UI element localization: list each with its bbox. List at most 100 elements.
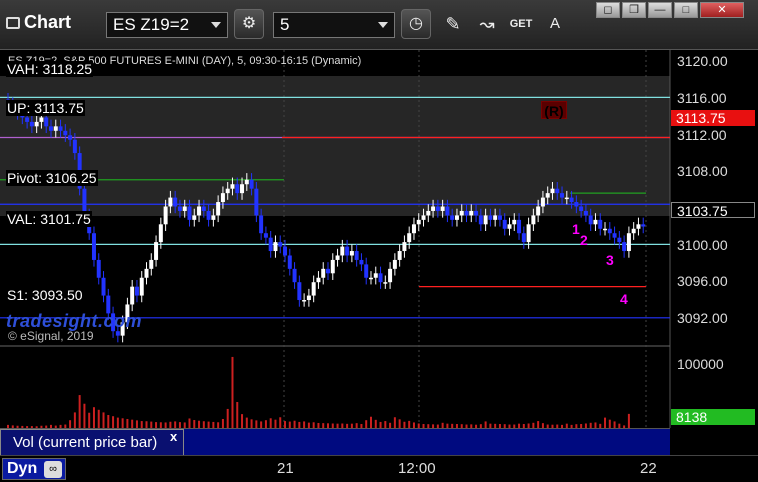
- candle-body: [68, 135, 73, 140]
- candle-body: [340, 246, 345, 256]
- study-label: Vol (current price bar): [13, 434, 158, 451]
- candle-body: [335, 255, 340, 260]
- candle-body: [168, 197, 173, 207]
- candle-body: [349, 251, 354, 256]
- volume-bar: [369, 416, 372, 428]
- candle-body: [173, 197, 178, 207]
- annotation-4: 4: [620, 291, 628, 307]
- candle-body: [216, 202, 221, 216]
- get-button[interactable]: GET: [506, 9, 536, 39]
- candle-body: [163, 206, 168, 225]
- minimize-button[interactable]: —: [648, 2, 672, 18]
- candle-body: [311, 282, 316, 296]
- clock-button[interactable]: ◷: [401, 9, 431, 39]
- volume-bar: [193, 420, 196, 428]
- symbol-input[interactable]: ES Z19=2: [106, 12, 228, 38]
- candle-body: [206, 210, 211, 220]
- volume-bar: [255, 420, 258, 428]
- volume-study-tab[interactable]: Vol (current price bar): [0, 429, 184, 456]
- interval-dropdown-icon[interactable]: [378, 22, 388, 28]
- draw-button[interactable]: ✎: [438, 9, 468, 39]
- pivot-label: Pivot: 3106.25: [6, 170, 98, 186]
- candle-body: [96, 259, 101, 278]
- volume-bar: [198, 420, 201, 428]
- volume-bar: [188, 418, 191, 428]
- alert-button[interactable]: A: [540, 9, 570, 39]
- candle-body: [569, 197, 574, 203]
- candle-body: [278, 242, 283, 247]
- y-tick: 3100.00: [677, 237, 728, 253]
- candle-body: [564, 197, 569, 200]
- window-link-button[interactable]: ❒: [622, 2, 646, 18]
- candle-body: [39, 117, 44, 122]
- volume-bar: [303, 421, 306, 428]
- volume-bar: [274, 419, 277, 428]
- volume-bar: [604, 417, 607, 428]
- candle-body: [53, 126, 58, 131]
- candle-body: [154, 242, 159, 260]
- y-tick: 3092.00: [677, 310, 728, 326]
- y-tick: 3112.00: [677, 127, 727, 143]
- minimize-icon: —: [654, 4, 666, 16]
- candle-body: [478, 215, 483, 225]
- volume-bar: [231, 356, 234, 428]
- candle-body: [421, 215, 426, 220]
- maximize-button[interactable]: □: [674, 2, 698, 18]
- volume-bar: [279, 417, 282, 428]
- title-bar: Chart ES Z19=2 ⚙ 5 ◷ ✎ ↝ GET A ◻ ❒ — □ ✕: [0, 0, 758, 50]
- candle-body: [297, 282, 302, 301]
- candle-body: [593, 219, 598, 225]
- candle-body: [364, 264, 369, 278]
- volume-bar: [284, 421, 287, 428]
- candle-body: [192, 215, 197, 220]
- y-tick: 3108.00: [677, 163, 728, 179]
- volume-bar: [78, 395, 81, 428]
- candle-body: [292, 268, 297, 283]
- volume-bar: [112, 416, 115, 428]
- volume-bar: [260, 421, 263, 428]
- x-tick: 21: [277, 460, 294, 477]
- study-button[interactable]: ↝: [472, 9, 502, 39]
- dyn-label: Dyn: [7, 460, 38, 477]
- candle-body: [426, 210, 431, 216]
- candle-body: [368, 277, 373, 280]
- settings-button[interactable]: ⚙: [234, 9, 264, 39]
- candle-body: [488, 215, 493, 220]
- volume-bar: [293, 420, 296, 428]
- symbol-dropdown-icon[interactable]: [211, 22, 221, 28]
- volume-bar: [126, 418, 129, 428]
- clock-icon: ◷: [409, 15, 423, 32]
- study-close-button[interactable]: x: [170, 429, 177, 444]
- candle-body: [598, 219, 603, 229]
- link-chain-icon[interactable]: ∞: [44, 461, 62, 478]
- y-tick: 3116.00: [677, 90, 727, 106]
- candle-body: [249, 179, 254, 189]
- candle-body: [454, 215, 459, 220]
- y-tick: 3096.00: [677, 273, 728, 289]
- link-icon: ❒: [629, 4, 639, 16]
- volume-bar: [202, 421, 205, 428]
- candle-body: [197, 206, 202, 216]
- volume-pane-bg: [0, 346, 670, 428]
- candle-body: [130, 286, 135, 305]
- candle-body: [474, 210, 479, 216]
- y-tick: 3120.00: [677, 53, 728, 69]
- candle-body: [536, 206, 541, 216]
- close-button[interactable]: ✕: [700, 2, 744, 18]
- candle-body: [445, 206, 450, 216]
- volume-bar: [174, 421, 177, 428]
- window-menu-button[interactable]: ◻: [596, 2, 620, 18]
- interval-input[interactable]: 5: [273, 12, 395, 38]
- candle-body: [402, 242, 407, 252]
- volume-bar: [408, 420, 411, 428]
- candle-body: [273, 242, 278, 252]
- volume-bar: [131, 419, 134, 428]
- volume-bar: [121, 418, 124, 428]
- x-tick: 12:00: [398, 460, 436, 477]
- price-chart[interactable]: [0, 50, 758, 455]
- alert-icon: A: [549, 15, 560, 32]
- volume-bar: [264, 420, 267, 428]
- annotation-3: 3: [606, 252, 614, 268]
- candle-body: [521, 233, 526, 243]
- candle-body: [469, 210, 474, 216]
